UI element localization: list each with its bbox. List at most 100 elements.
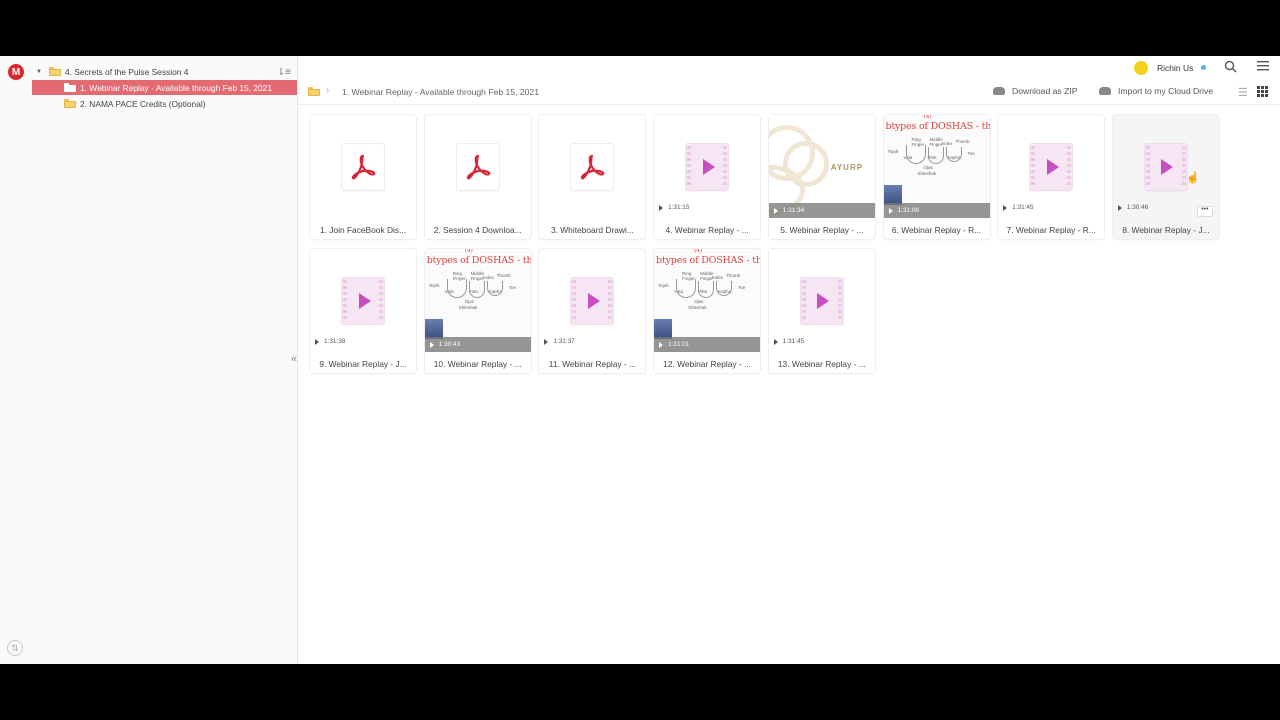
duration-badge: 1:31:34: [768, 203, 875, 218]
play-triangle-icon: [773, 207, 778, 214]
file-manager-app: M ⇅ ▼ 4. Secrets of the Pulse Session 4 …: [0, 56, 1280, 664]
file-name: 13. Webinar Replay - ...: [777, 359, 866, 369]
file-name: 7. Webinar Replay - R...: [1006, 225, 1096, 235]
breadcrumb[interactable]: 1. Webinar Replay - Available through Fe…: [342, 87, 539, 97]
menu-icon[interactable]: [1257, 60, 1269, 74]
duration-text: 1:31:37: [553, 338, 575, 345]
mega-logo-icon[interactable]: M: [8, 64, 24, 80]
breadcrumb-folder-icon[interactable]: [308, 87, 320, 96]
file-card[interactable]: 1:31:45 13. Webinar Replay - ...: [768, 249, 875, 373]
collapse-sidebar-icon[interactable]: «: [291, 353, 297, 365]
download-zip-label: Download as ZIP: [1012, 86, 1078, 96]
file-card[interactable]: (4)btypes of DOSHAS - through tRingFinge…: [424, 249, 531, 373]
tree-item-secrets-session-4[interactable]: ▼ 4. Secrets of the Pulse Session 4 ⇂≡: [32, 64, 297, 79]
caret-down-icon[interactable]: ▼: [35, 69, 43, 75]
file-name: 10. Webinar Replay - ...: [433, 359, 522, 369]
presenter-video: [654, 319, 673, 339]
file-card[interactable]: 1:31:37 11. Webinar Replay - ...: [539, 249, 646, 373]
play-triangle-icon: [315, 338, 319, 345]
play-triangle-icon: [659, 341, 664, 348]
duration-text: 1:31:34: [782, 207, 805, 214]
file-card[interactable]: 3. Whiteboard Drawi...: [539, 115, 646, 239]
grid-view-icon[interactable]: [1257, 86, 1268, 100]
folder-icon: [64, 99, 76, 108]
file-name: 2. Session 4 Downloa...: [433, 225, 522, 235]
whiteboard-title: btypes of DOSHAS - through t: [885, 121, 990, 132]
duration-text: 1:31:08: [897, 207, 919, 214]
whiteboard-word: Thumb: [496, 273, 511, 278]
file-name: 4. Webinar Replay - ...: [665, 225, 749, 235]
file-name: 5. Webinar Replay - ...: [780, 225, 864, 235]
file-card[interactable]: 1:31:38 9. Webinar Replay - J...: [310, 249, 416, 373]
whiteboard-word: Shleshak: [688, 305, 707, 310]
user-name[interactable]: Richin Us: [1157, 63, 1193, 73]
search-icon[interactable]: [1224, 60, 1237, 76]
transfer-status-icon[interactable]: ⇅: [7, 640, 23, 656]
file-card[interactable]: (4)btypes of DOSHAS - through tRingFinge…: [654, 249, 761, 373]
whiteboard-word: Toe: [508, 285, 516, 290]
avatar[interactable]: [1134, 61, 1148, 75]
duration-text: 1:31:38: [324, 338, 346, 345]
whiteboard-word: Ojas: [923, 165, 933, 170]
file-card[interactable]: 1:31:45 7. Webinar Replay - R...: [998, 115, 1105, 239]
duration-badge: 1:31:45: [1003, 204, 1034, 211]
whiteboard-word: Index: [482, 275, 494, 280]
duration-text: 1:31:01: [668, 341, 690, 348]
duration-text: 1:30:43: [438, 341, 461, 348]
whiteboard-text: (4): [464, 249, 473, 254]
whiteboard-word: Index: [712, 275, 724, 280]
cursor-hand-icon: ☝: [1186, 172, 1200, 184]
tree-item-nama-pace-credits[interactable]: 2. NAMA PACE Credits (Optional): [32, 96, 297, 111]
video-play-icon: [570, 277, 615, 325]
duration-text: 1:31:15: [668, 204, 690, 211]
play-triangle-icon: [429, 341, 434, 348]
video-play-icon: [1143, 143, 1188, 191]
thumbnail: [425, 115, 531, 219]
file-name: 1. Join FaceBook Dis...: [319, 225, 407, 235]
whiteboard-word: Shleshak: [917, 171, 937, 176]
duration-badge: 1:30:46: [1117, 204, 1149, 211]
duration-badge: 1:31:15: [659, 204, 689, 211]
sort-icon[interactable]: ⇂≡: [277, 67, 291, 78]
duration-text: 1:30:46: [1126, 204, 1149, 211]
whiteboard-word: Ojas: [694, 299, 704, 304]
file-card[interactable]: (4)btypes of DOSHAS - through tRingFinge…: [883, 115, 990, 239]
duration-badge: 1:31:45: [773, 338, 805, 345]
tree-item-webinar-replay[interactable]: 1. Webinar Replay - Available through Fe…: [32, 80, 297, 95]
more-options-icon[interactable]: •••: [1196, 206, 1213, 217]
ayurveda-logo-text: AYURP: [830, 163, 864, 172]
file-card[interactable]: 2. Session 4 Downloa...: [424, 115, 531, 239]
file-name: 6. Webinar Replay - R...: [891, 225, 982, 235]
folder-icon: [49, 67, 61, 76]
whiteboard-word: Tejah: [887, 149, 899, 154]
duration-text: 1:31:45: [782, 338, 805, 345]
file-card[interactable]: 1. Join FaceBook Dis...: [310, 115, 416, 239]
whiteboard-word: Thumb: [955, 139, 970, 144]
whiteboard-title: btypes of DOSHAS - through t: [656, 255, 761, 266]
duration-badge: 1:31:38: [315, 338, 345, 345]
file-card[interactable]: 1:31:15 4. Webinar Replay - ...: [654, 115, 761, 239]
pdf-icon: [570, 143, 615, 191]
pdf-icon: [341, 143, 385, 191]
main-panel: Richin Us › 1. Webinar Replay - Availabl…: [298, 56, 1280, 664]
list-view-icon[interactable]: ☰: [1238, 86, 1248, 99]
whiteboard-word: Index: [941, 141, 953, 146]
file-card[interactable]: 1:30:46 ••• 8. Webinar Replay - J...: [1112, 115, 1219, 239]
play-triangle-icon: [659, 204, 664, 211]
thumbnail: [539, 115, 645, 219]
folder-icon: [64, 83, 76, 92]
cloud-download-icon: [993, 87, 1005, 95]
left-rail: M ⇅: [0, 56, 33, 664]
tree-item-label: 1. Webinar Replay - Available through Fe…: [80, 82, 272, 93]
whiteboard-word: Shleshak: [458, 305, 478, 310]
play-triangle-icon: [888, 207, 893, 214]
duration-badge: 1:30:43: [424, 337, 531, 352]
download-zip-button[interactable]: Download as ZIP: [993, 86, 1077, 96]
presenter-video: [883, 185, 902, 205]
play-triangle-icon: [544, 338, 549, 345]
play-triangle-icon: [1003, 204, 1008, 211]
import-cloud-drive-button[interactable]: Import to my Cloud Drive: [1099, 86, 1213, 96]
duration-text: 1:31:45: [1012, 204, 1034, 211]
file-card[interactable]: AYURP 1:31:34 5. Webinar Replay - ...: [768, 115, 875, 239]
presenter-video: [424, 319, 443, 339]
